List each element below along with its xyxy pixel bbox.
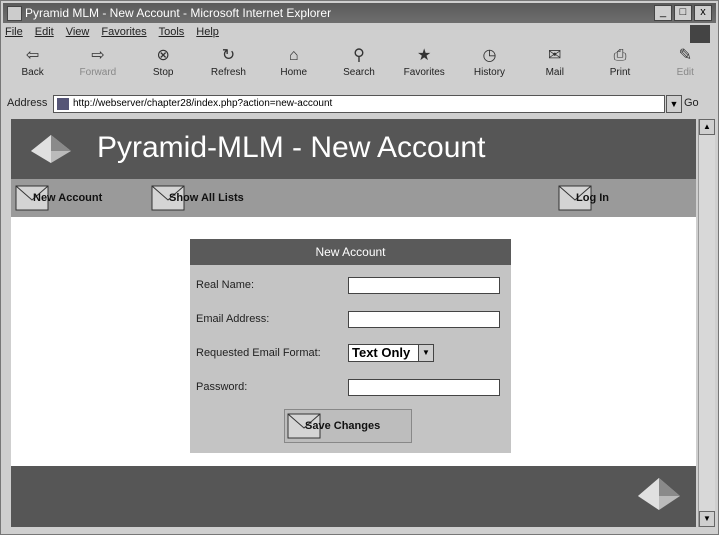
favorites-button[interactable]: ★ Favorites — [397, 45, 452, 78]
page-title: Pyramid-MLM - New Account — [97, 131, 486, 164]
page-viewport: Pyramid-MLM - New Account New Account Sh… — [11, 119, 696, 527]
close-button[interactable]: x — [694, 5, 712, 21]
save-changes-button[interactable]: Save Changes — [284, 409, 412, 443]
menu-view[interactable]: View — [66, 26, 90, 44]
maximize-button[interactable]: □ — [674, 5, 692, 21]
show-all-lists-link[interactable]: Show All Lists — [151, 183, 244, 213]
history-button[interactable]: ◷ History — [462, 45, 517, 78]
stop-button[interactable]: ⊗ Stop — [136, 45, 191, 78]
forward-button[interactable]: ⇨ Forward — [70, 45, 125, 78]
email-label: Email Address: — [196, 313, 270, 325]
title-bar: Pyramid MLM - New Account - Microsoft In… — [3, 3, 716, 23]
email-input[interactable] — [348, 311, 500, 328]
print-icon: ⎙ — [613, 47, 627, 64]
menu-favorites[interactable]: Favorites — [101, 26, 146, 44]
scroll-down-icon[interactable]: ▼ — [699, 511, 715, 527]
real-name-input[interactable] — [348, 277, 500, 294]
menu-file[interactable]: File — [5, 26, 23, 44]
menu-tools[interactable]: Tools — [159, 26, 185, 44]
refresh-icon: ↻ — [221, 47, 236, 64]
back-arrow-icon: ⇦ — [25, 47, 40, 64]
refresh-button[interactable]: ↻ Refresh — [201, 45, 256, 78]
address-input[interactable]: http://webserver/chapter28/index.php?act… — [53, 95, 665, 113]
nav-bar: New Account Show All Lists Log In — [11, 179, 696, 217]
chevron-down-icon: ▼ — [669, 99, 679, 109]
page-icon — [57, 98, 69, 110]
menu-bar: File Edit View Favorites Tools Help — [5, 26, 219, 44]
email-format-label: Requested Email Format: — [196, 347, 321, 359]
vertical-scrollbar[interactable]: ▲ ▼ — [698, 119, 715, 527]
new-account-form: New Account Real Name: Email Address: Re… — [190, 239, 511, 453]
history-icon: ◷ — [482, 47, 497, 64]
window-title: Pyramid MLM - New Account - Microsoft In… — [25, 6, 332, 20]
chevron-down-icon: ▼ — [418, 345, 433, 361]
address-dropdown-button[interactable]: ▼ — [666, 95, 682, 113]
search-button[interactable]: ⚲ Search — [331, 45, 386, 78]
windows-logo-icon — [690, 25, 710, 43]
stop-icon: ⊗ — [156, 47, 170, 64]
home-icon: ⌂ — [288, 47, 299, 64]
password-label: Password: — [196, 381, 248, 393]
address-url: http://webserver/chapter28/index.php?act… — [73, 98, 333, 109]
search-icon: ⚲ — [353, 47, 365, 64]
scroll-up-icon[interactable]: ▲ — [699, 119, 715, 135]
print-button[interactable]: ⎙ Print — [592, 45, 647, 78]
page-footer — [11, 466, 696, 527]
ie-icon — [7, 6, 22, 21]
log-in-link[interactable]: Log In — [558, 183, 609, 213]
menu-help[interactable]: Help — [196, 26, 219, 44]
back-button[interactable]: ⇦ Back — [5, 45, 60, 78]
forward-arrow-icon: ⇨ — [91, 47, 105, 64]
toolbar: ⇦ Back ⇨ Forward ⊗ Stop ↻ Refresh ⌂ Home ⚲ Sea… — [5, 45, 713, 91]
email-format-select[interactable]: Text Only ▼ — [348, 344, 434, 362]
real-name-label: Real Name: — [196, 279, 255, 291]
window-controls: _ □ x — [654, 5, 712, 21]
go-button[interactable]: Go — [684, 97, 699, 109]
mail-button[interactable]: ✉ Mail — [527, 45, 582, 78]
minimize-button[interactable]: _ — [654, 5, 672, 21]
home-button[interactable]: ⌂ Home — [266, 45, 321, 78]
favorites-icon: ★ — [417, 47, 432, 64]
pyramid-logo-icon — [638, 478, 680, 510]
edit-icon: ✎ — [678, 47, 692, 64]
form-header: New Account — [190, 239, 511, 265]
menu-edit[interactable]: Edit — [35, 26, 54, 44]
address-label: Address — [7, 97, 48, 109]
browser-window: Pyramid MLM - New Account - Microsoft In… — [0, 0, 719, 535]
mail-icon: ✉ — [548, 47, 562, 64]
address-bar: Address http://webserver/chapter28/index… — [3, 93, 715, 115]
new-account-link[interactable]: New Account — [15, 183, 102, 213]
edit-button[interactable]: ✎ Edit — [658, 45, 713, 78]
page-banner: Pyramid-MLM - New Account — [11, 119, 696, 179]
pyramid-logo-icon — [31, 135, 71, 163]
password-input[interactable] — [348, 379, 500, 396]
